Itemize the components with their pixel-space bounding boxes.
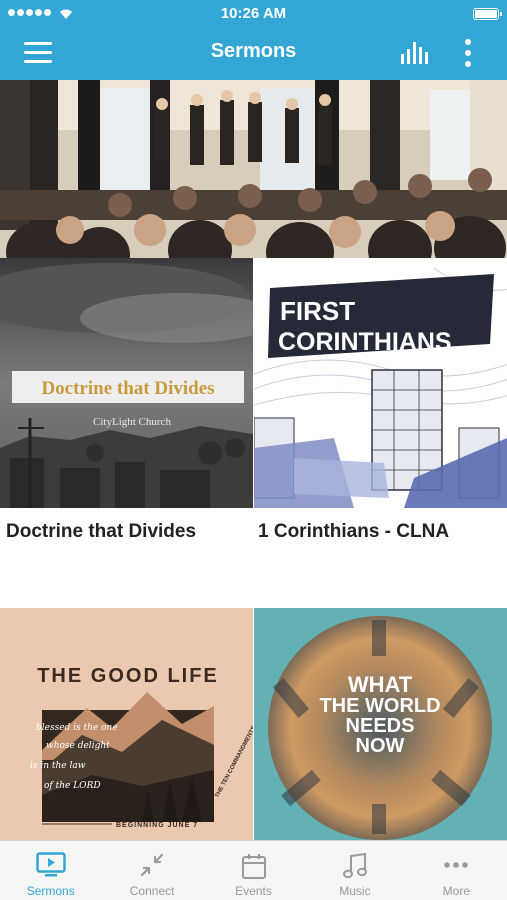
tab-sermons[interactable]: Sermons	[0, 841, 101, 900]
dots-icon	[444, 862, 469, 868]
music-note-icon	[342, 852, 367, 879]
series-artwork: THE GOOD LIFE blessed is the one whose d…	[0, 608, 253, 840]
bottom-tab-bar: Sermons Connect Events Music More	[0, 840, 507, 900]
artwork-title-line2: THE WORLD	[319, 695, 440, 717]
artwork-script-line1: blessed is the one	[36, 723, 118, 733]
artwork-script-line2: whose delight	[46, 741, 110, 751]
series-artwork: WHAT THE WORLD NEEDS NOW	[254, 608, 507, 840]
series-card-the-good-life[interactable]: THE GOOD LIFE blessed is the one whose d…	[0, 608, 253, 840]
artwork-script-line4: of the LORD	[44, 781, 101, 791]
series-card-1-corinthians[interactable]: FIRST CORINTHIANS	[254, 258, 507, 508]
tab-connect[interactable]: Connect	[101, 841, 202, 900]
artwork-title: THE GOOD LIFE	[37, 665, 219, 687]
artwork-title-line2: CORINTHIANS	[278, 328, 452, 356]
tv-icon	[35, 852, 66, 877]
tab-events[interactable]: Events	[203, 841, 304, 900]
series-title[interactable]: 1 Corinthians - CLNA	[258, 521, 449, 543]
audio-bars-icon[interactable]	[400, 40, 430, 66]
sermon-list: Doctrine that Divides CityLight Church D…	[0, 80, 507, 840]
artwork-title-line1: FIRST	[280, 296, 355, 326]
more-vertical-icon[interactable]	[458, 38, 478, 68]
artwork-title-line1: WHAT	[348, 672, 413, 697]
tab-label: More	[442, 884, 470, 898]
tab-music[interactable]: Music	[304, 841, 405, 900]
tab-label: Sermons	[26, 884, 75, 898]
artwork-subtitle: CityLight Church	[93, 416, 171, 428]
status-time: 10:26 AM	[220, 5, 287, 22]
series-card-doctrine-that-divides[interactable]: Doctrine that Divides CityLight Church	[0, 258, 253, 508]
series-artwork: Doctrine that Divides CityLight Church	[0, 258, 253, 508]
tab-more[interactable]: More	[406, 841, 507, 900]
artwork-title: Doctrine that Divides	[41, 378, 214, 399]
artwork-script-line3: is in the law	[30, 761, 86, 771]
page-title: Sermons	[210, 40, 297, 62]
artwork-title-line4: NOW	[356, 735, 405, 757]
tab-label: Events	[235, 884, 272, 898]
artwork-title-line3: NEEDS	[346, 715, 415, 737]
battery-icon	[473, 8, 502, 20]
connect-arrows-icon	[141, 853, 164, 877]
series-title[interactable]: Doctrine that Divides	[6, 521, 196, 543]
app-header: Sermons	[0, 28, 507, 80]
artwork-footer: BEGINNING JUNE 7	[116, 822, 198, 829]
hero-banner-image[interactable]	[0, 80, 507, 258]
series-card-what-the-world-needs-now[interactable]: WHAT THE WORLD NEEDS NOW	[254, 608, 507, 840]
tab-label: Connect	[129, 884, 175, 898]
tab-label: Music	[339, 884, 371, 898]
series-artwork: FIRST CORINTHIANS	[254, 258, 507, 508]
status-bar: 10:26 AM	[0, 0, 507, 28]
calendar-icon	[241, 854, 266, 879]
